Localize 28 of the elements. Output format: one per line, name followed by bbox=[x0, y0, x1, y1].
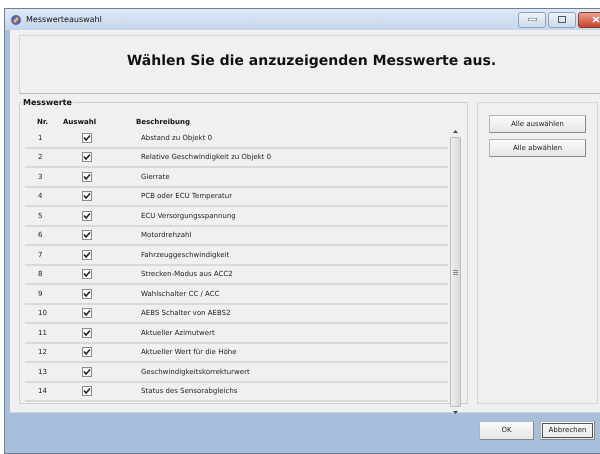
scroll-down-icon bbox=[452, 410, 459, 415]
checkbox[interactable] bbox=[82, 132, 92, 143]
checkbox[interactable] bbox=[82, 347, 92, 358]
grip-icon bbox=[453, 270, 458, 274]
group-title: Messwerte bbox=[22, 98, 73, 107]
checkbox[interactable] bbox=[82, 288, 92, 299]
minimize-button[interactable] bbox=[518, 12, 546, 28]
maximize-icon bbox=[558, 16, 566, 23]
checkbox[interactable] bbox=[82, 366, 92, 377]
scroll-up-icon bbox=[452, 129, 459, 134]
checkbox[interactable] bbox=[82, 308, 92, 318]
checkbox[interactable] bbox=[82, 152, 92, 162]
scrollbar[interactable] bbox=[448, 129, 463, 415]
checkbox[interactable] bbox=[82, 386, 92, 396]
minimize-icon bbox=[528, 18, 536, 21]
checkbox[interactable] bbox=[82, 191, 92, 202]
checkbox[interactable] bbox=[82, 210, 92, 221]
checkbox[interactable] bbox=[82, 269, 92, 280]
checkbox[interactable] bbox=[82, 328, 92, 338]
instruction-heading: Wählen Sie die anzuzeigenden Messwerte aus. bbox=[126, 52, 496, 68]
window-title: Messwerteauswahl bbox=[26, 15, 103, 24]
app-icon bbox=[10, 14, 22, 26]
maximize-button[interactable] bbox=[548, 12, 576, 28]
close-icon bbox=[592, 16, 600, 23]
checkbox[interactable] bbox=[82, 230, 92, 240]
checkbox[interactable] bbox=[82, 172, 92, 182]
scrollbar-thumb[interactable] bbox=[450, 137, 461, 407]
checkbox[interactable] bbox=[82, 250, 92, 260]
